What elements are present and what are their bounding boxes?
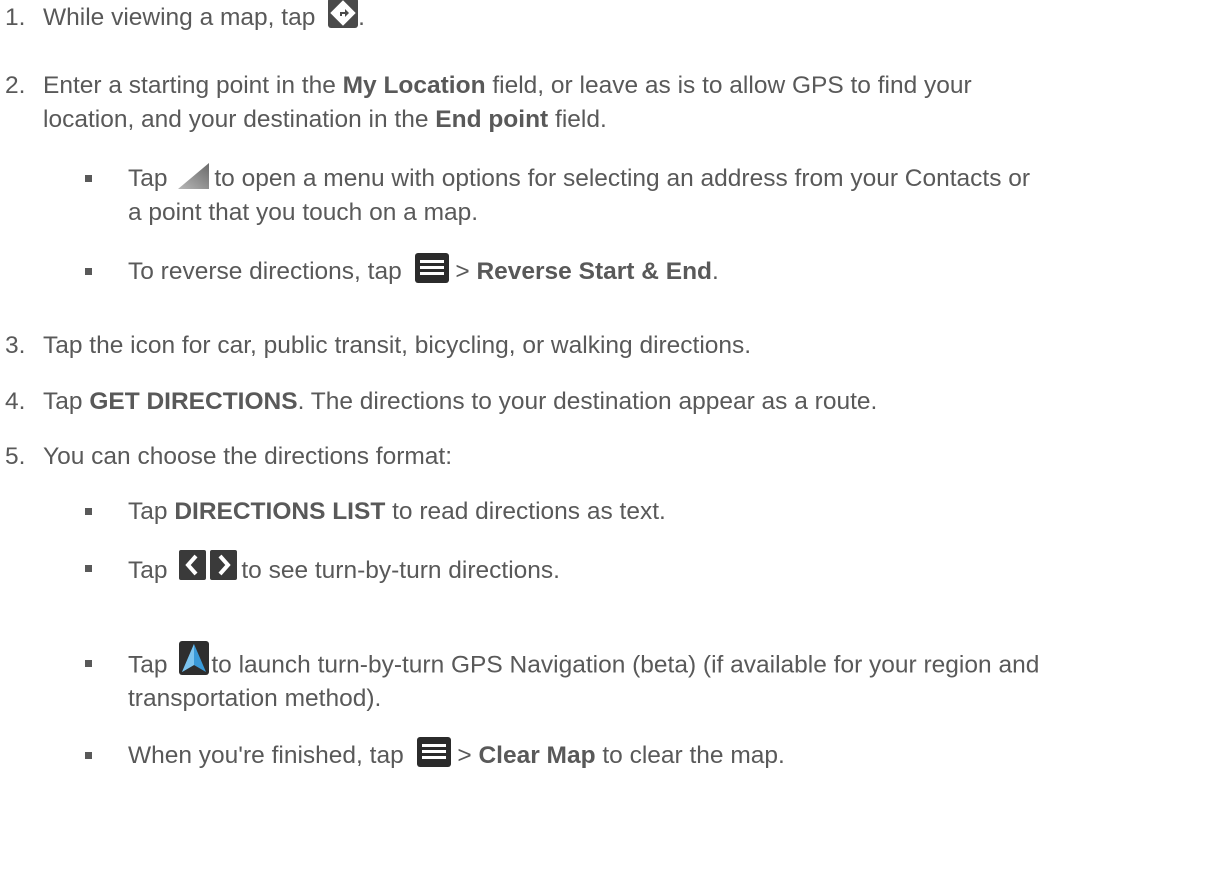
- step-number: 3.: [5, 332, 26, 359]
- directions-icon: [328, 0, 359, 28]
- menu-icon: [416, 736, 451, 767]
- navigation-icon: [179, 641, 210, 675]
- menu-icon: [414, 252, 449, 283]
- step-number: 2.: [5, 72, 26, 99]
- step-2-line-2: location, and your destination in the En…: [43, 106, 607, 133]
- bullet-marker: [85, 752, 92, 759]
- bullet-address-picker: Tap to open a menu with options for sele…: [128, 162, 1030, 194]
- instructions-document: 1. While viewing a map, tap . 2. Enter a…: [0, 0, 1210, 894]
- bullet-clear-map: When you're finished, tap > Clear Map to…: [128, 736, 785, 771]
- bullet-marker: [85, 268, 92, 275]
- bullet-gps-navigation: Tap to launch turn-by-turn GPS Navigatio…: [128, 641, 1039, 679]
- bullet-marker: [85, 175, 92, 182]
- bullet-directions-list: Tap DIRECTIONS LIST to read directions a…: [128, 498, 666, 525]
- bullet-reverse-directions: To reverse directions, tap > Reverse Sta…: [128, 252, 719, 287]
- step-number: 5.: [5, 443, 26, 470]
- bullet-turn-by-turn: Tap to see turn-by-turn directions.: [128, 549, 560, 586]
- bullet-gps-navigation-line-2: transportation method).: [128, 685, 382, 712]
- bullet-address-picker-line-2: a point that you touch on a map.: [128, 199, 479, 226]
- bullet-marker: [85, 660, 92, 667]
- step-number: 4.: [5, 388, 26, 415]
- bullet-marker: [85, 565, 92, 572]
- address-picker-icon: [176, 162, 210, 190]
- step-number: 1.: [5, 4, 26, 31]
- bullet-marker: [85, 508, 92, 515]
- prev-next-arrows-icon: [179, 549, 238, 580]
